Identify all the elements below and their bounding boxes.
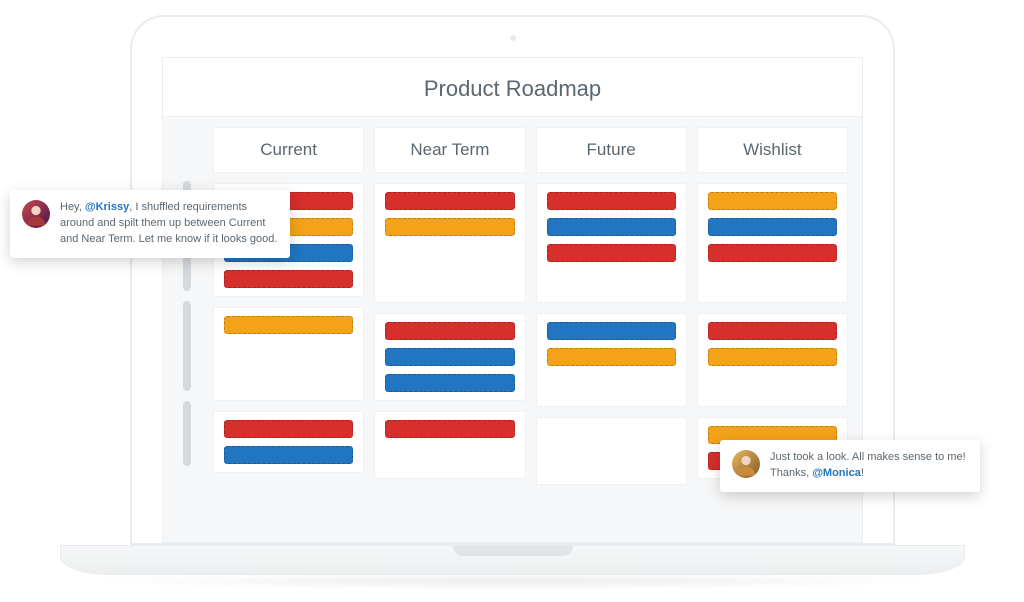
board-cell[interactable] [697,183,848,303]
board-cell[interactable] [697,313,848,407]
comment-text: Hey, @Krissy, I shuffled requirements ar… [60,200,278,248]
row-drag-handle[interactable] [183,301,191,391]
comment-pre: Just took a look. All makes sense to me!… [770,451,966,479]
board-cell[interactable] [213,411,364,473]
task-card[interactable] [385,374,514,392]
task-card[interactable] [547,218,676,236]
row-drag-handle[interactable] [183,401,191,466]
laptop-base [60,545,965,575]
board-cell[interactable] [213,307,364,401]
comment-pre: Hey, [60,201,85,213]
task-card[interactable] [547,192,676,210]
mention[interactable]: @Monica [812,467,861,479]
task-card[interactable] [224,420,353,438]
board-cell[interactable] [374,313,525,401]
comment-text: Just took a look. All makes sense to me!… [770,450,968,482]
column-near-term: Near Term [374,127,525,542]
task-card[interactable] [708,348,837,366]
column-header[interactable]: Near Term [374,127,525,173]
camera-dot [510,35,516,41]
task-card[interactable] [708,218,837,236]
task-card[interactable] [385,322,514,340]
comment-bubble[interactable]: Hey, @Krissy, I shuffled requirements ar… [10,190,290,258]
task-card[interactable] [385,218,514,236]
page-title: Product Roadmap [163,58,862,117]
comment-bubble[interactable]: Just took a look. All makes sense to me!… [720,440,980,492]
task-card[interactable] [708,244,837,262]
avatar [732,450,760,478]
task-card[interactable] [385,420,514,438]
mention[interactable]: @Krissy [85,201,129,213]
task-card[interactable] [385,192,514,210]
task-card[interactable] [385,348,514,366]
task-card[interactable] [708,322,837,340]
board-cell[interactable] [536,183,687,303]
task-card[interactable] [708,192,837,210]
avatar [22,200,50,228]
task-card[interactable] [224,270,353,288]
task-card[interactable] [224,316,353,334]
column-header[interactable]: Future [536,127,687,173]
task-card[interactable] [547,244,676,262]
column-header[interactable]: Current [213,127,364,173]
task-card[interactable] [547,348,676,366]
task-card[interactable] [224,446,353,464]
board-cell[interactable] [374,411,525,479]
column-header[interactable]: Wishlist [697,127,848,173]
task-card[interactable] [547,322,676,340]
board-cell[interactable] [536,417,687,485]
comment-post: ! [861,467,864,479]
board-cell[interactable] [536,313,687,407]
column-future: Future [536,127,687,542]
board-cell[interactable] [374,183,525,303]
